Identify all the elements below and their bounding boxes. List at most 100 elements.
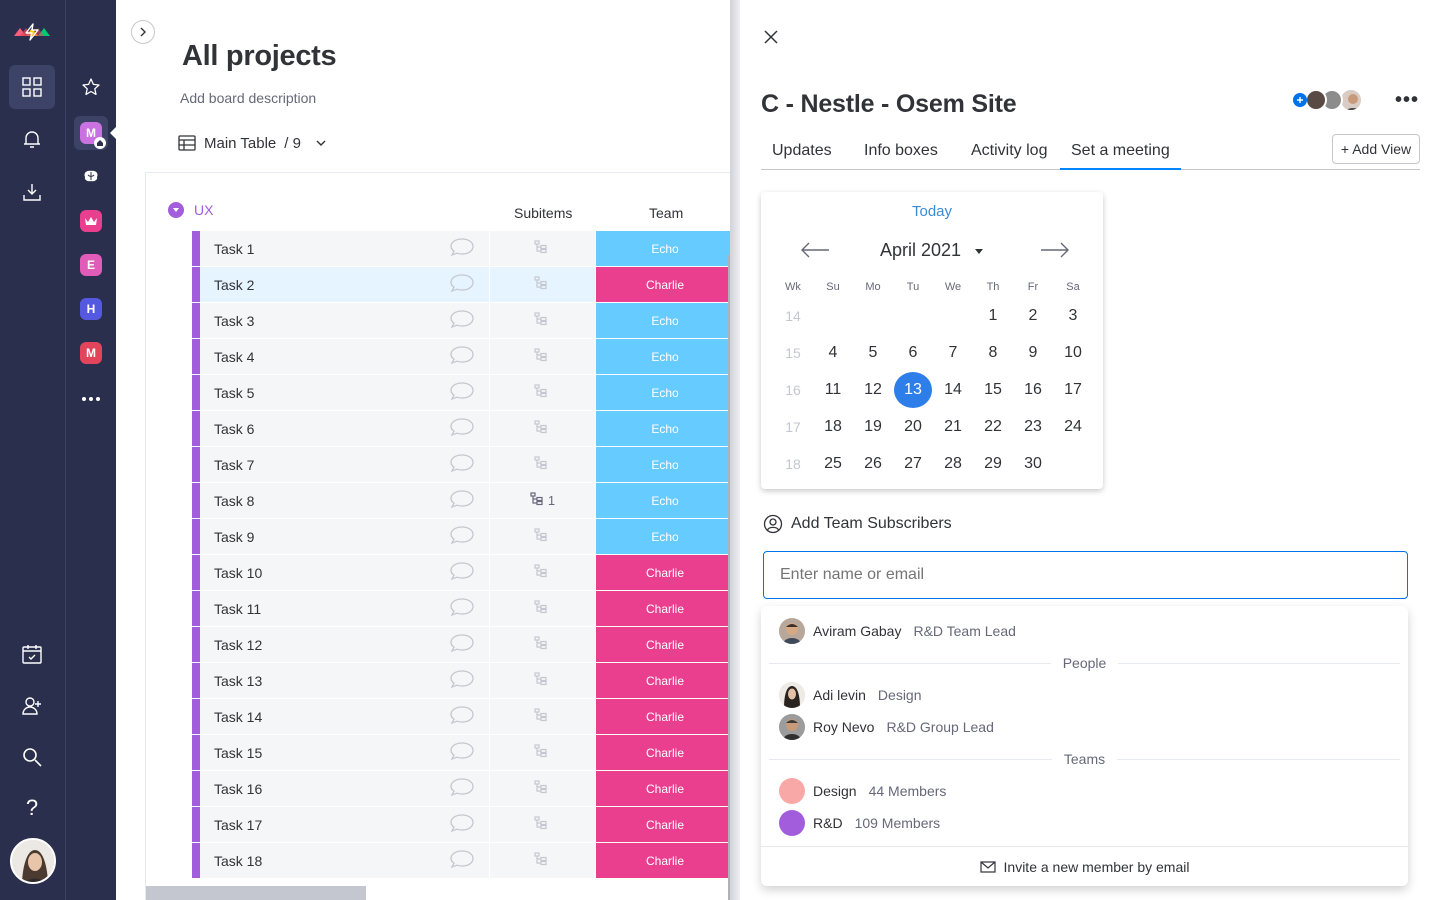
tab-info-boxes[interactable]: Info boxes [853,140,949,169]
download-icon[interactable] [9,170,55,214]
calendar-day[interactable]: 28 [933,446,973,482]
column-header-subitems[interactable]: Subitems [514,205,572,221]
item-name-cell[interactable]: Task 17 [200,807,490,842]
subitems-cell[interactable] [490,447,596,482]
item-name-cell[interactable]: Task 9 [200,519,490,554]
team-status-cell[interactable]: Charlie [596,627,734,662]
horizontal-scrollbar[interactable] [146,886,366,900]
calendar-day[interactable]: 27 [893,446,933,482]
help-icon[interactable]: ? [9,786,55,830]
item-name[interactable]: Task 10 [214,565,262,581]
next-month-icon[interactable] [1039,240,1071,260]
workspace-e[interactable]: E [80,254,102,276]
item-name-cell[interactable]: Task 6 [200,411,490,446]
subitems-cell[interactable] [490,375,596,410]
item-name[interactable]: Task 15 [214,745,262,761]
item-name-cell[interactable]: Task 12 [200,627,490,662]
subitems-cell[interactable] [490,699,596,734]
table-row[interactable]: Task 17 Charlie [192,807,734,843]
chat-bubble-icon[interactable] [449,633,475,656]
team-status-cell[interactable]: Echo [596,519,734,554]
team-status-cell[interactable]: Echo [596,483,734,518]
subscriber-search-input[interactable] [763,551,1408,599]
item-name-cell[interactable]: Task 2 [200,267,490,302]
item-name[interactable]: Task 6 [214,421,254,437]
group-collapse-icon[interactable] [168,202,184,218]
workspace-h[interactable]: H [80,298,102,320]
item-name-cell[interactable]: Task 16 [200,771,490,806]
subscribers-avatars[interactable] [1293,88,1363,112]
tab-updates[interactable]: Updates [761,140,843,169]
item-name-cell[interactable]: Task 5 [200,375,490,410]
table-row[interactable]: Task 9 Echo [192,519,734,555]
table-row[interactable]: Task 3 Echo [192,303,734,339]
chat-bubble-icon[interactable] [449,381,475,404]
item-name[interactable]: Task 3 [214,313,254,329]
person-row[interactable]: Roy Nevo R&D Group Lead [779,714,994,740]
item-name[interactable]: Task 12 [214,637,262,653]
item-name[interactable]: Task 1 [214,241,254,257]
table-row[interactable]: Task 2 Charlie [192,267,734,303]
view-selector[interactable]: Main Table / 9 [178,134,327,152]
calendar-day[interactable]: 21 [933,409,973,445]
chat-bubble-icon[interactable] [449,561,475,584]
chat-bubble-icon[interactable] [449,669,475,692]
item-name[interactable]: Task 5 [214,385,254,401]
table-row[interactable]: Task 16 Charlie [192,771,734,807]
table-row[interactable]: Task 10 Charlie [192,555,734,591]
team-status-cell[interactable]: Echo [596,447,734,482]
chat-bubble-icon[interactable] [449,525,475,548]
chat-bubble-icon[interactable] [449,849,475,872]
calendar-day[interactable]: 18 [813,409,853,445]
user-avatar[interactable] [10,838,56,884]
suggested-person[interactable]: Aviram Gabay R&D Team Lead [779,618,1016,644]
item-name-cell[interactable]: Task 1 [200,231,490,266]
calendar-day[interactable]: 25 [813,446,853,482]
item-name-cell[interactable]: Task 15 [200,735,490,770]
chat-bubble-icon[interactable] [449,417,475,440]
chat-bubble-icon[interactable] [449,273,475,296]
table-row[interactable]: Task 5 Echo [192,375,734,411]
item-name-cell[interactable]: Task 18 [200,843,490,878]
item-name[interactable]: Task 13 [214,673,262,689]
tab-set-a-meeting[interactable]: Set a meeting [1060,140,1181,170]
calendar-day[interactable]: 20 [893,409,933,445]
calendar-day[interactable]: 30 [1013,446,1053,482]
calendar-day[interactable]: 1 [973,298,1013,334]
team-status-cell[interactable]: Charlie [596,663,734,698]
item-name[interactable]: Task 2 [214,277,254,293]
team-status-cell[interactable]: Echo [596,231,734,266]
calendar-day[interactable]: 4 [813,335,853,371]
board-title[interactable]: All projects [182,40,337,73]
chat-bubble-icon[interactable] [449,705,475,728]
crown-workspace-icon[interactable] [80,210,102,232]
subitems-cell[interactable] [490,591,596,626]
item-name[interactable]: Task 4 [214,349,254,365]
team-status-cell[interactable]: Echo [596,411,734,446]
subitems-cell[interactable] [490,519,596,554]
team-status-cell[interactable]: Echo [596,303,734,338]
calendar-day[interactable]: 19 [853,409,893,445]
item-name-cell[interactable]: Task 13 [200,663,490,698]
calendar-day[interactable]: 11 [813,372,853,408]
group-header[interactable]: UX [168,202,213,218]
calendar-day[interactable]: 29 [973,446,1013,482]
table-row[interactable]: Task 8 1 Echo [192,483,734,519]
bell-icon[interactable] [9,117,55,161]
team-status-cell[interactable]: Charlie [596,555,734,590]
calendar-day[interactable]: 2 [1013,298,1053,334]
subitems-cell[interactable] [490,771,596,806]
table-row[interactable]: Task 15 Charlie [192,735,734,771]
tab-activity-log[interactable]: Activity log [960,140,1058,169]
more-options-button[interactable]: ••• [1395,88,1419,112]
today-button[interactable]: Today [761,203,1103,220]
add-view-button[interactable]: + Add View [1332,134,1420,164]
subitems-cell[interactable]: 1 [490,483,596,518]
team-status-cell[interactable]: Echo [596,375,734,410]
chat-bubble-icon[interactable] [449,309,475,332]
subitems-cell[interactable] [490,663,596,698]
team-status-cell[interactable]: Charlie [596,699,734,734]
calendar-day[interactable]: 17 [1053,372,1093,408]
subitems-cell[interactable] [490,303,596,338]
team-status-cell[interactable]: Charlie [596,735,734,770]
